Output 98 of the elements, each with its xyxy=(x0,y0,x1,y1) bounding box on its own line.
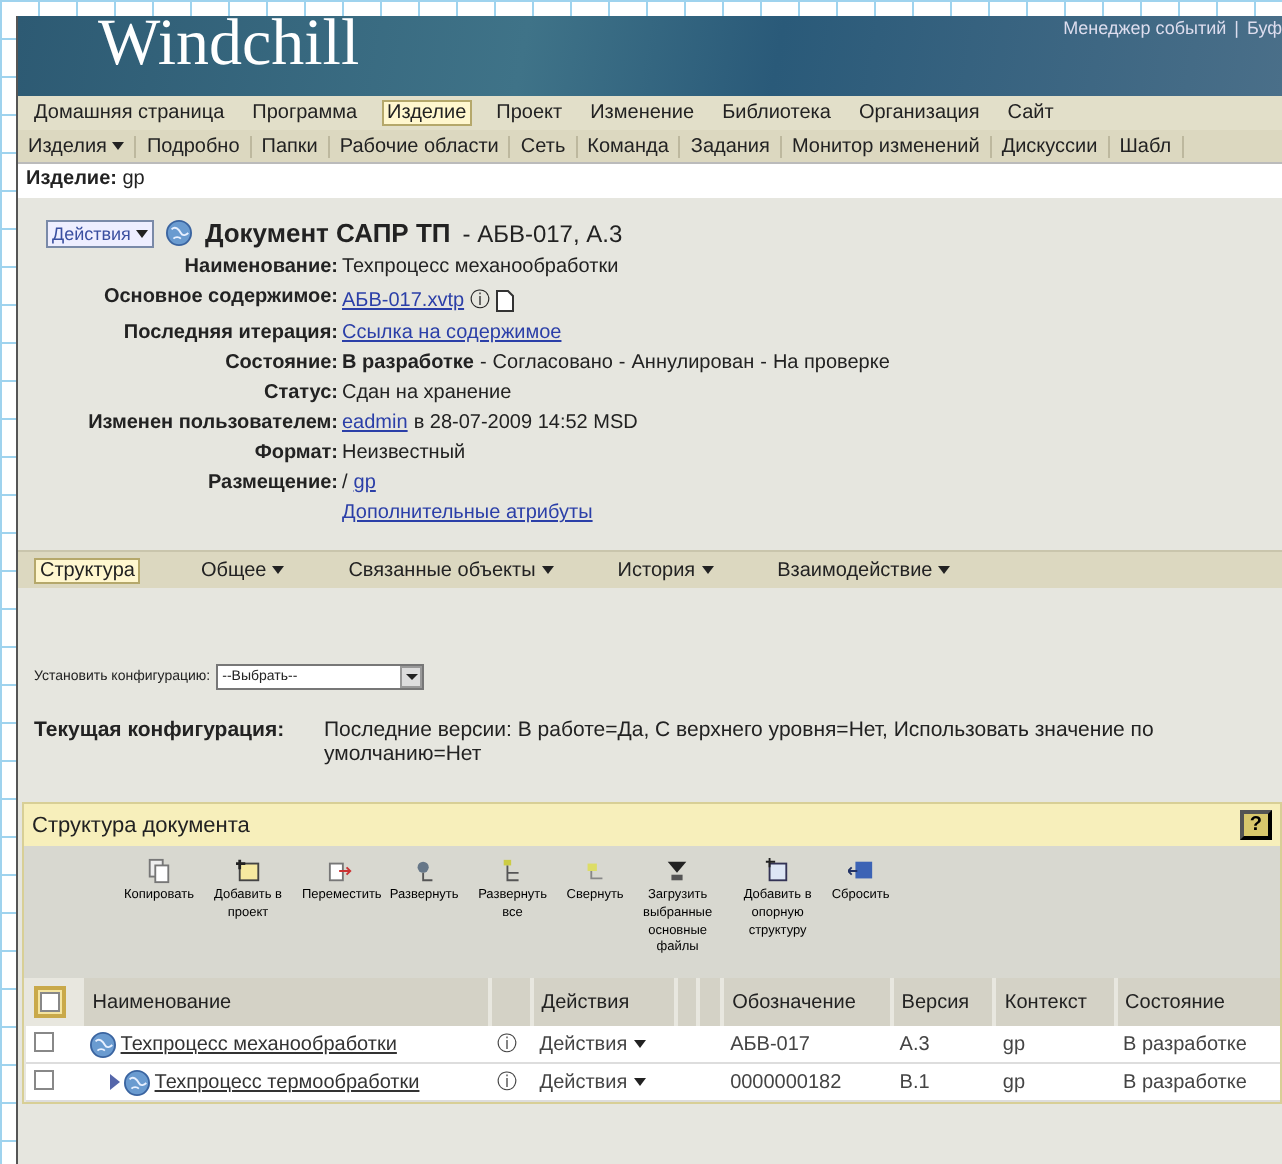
user-link[interactable]: eadmin xyxy=(342,412,408,434)
table-cell: А.3 xyxy=(899,1033,930,1055)
row-checkbox[interactable] xyxy=(34,1069,54,1089)
attribute-label: Формат: xyxy=(254,442,338,464)
attribute-label: Размещение: xyxy=(208,472,338,494)
attribute-label: Состояние: xyxy=(225,352,338,374)
column-header: Действия xyxy=(531,978,675,1026)
logo: Windchill xyxy=(98,16,360,84)
menu-tab[interactable]: Организация xyxy=(854,102,984,124)
attribute-value: Неизвестный xyxy=(342,442,466,464)
download-icon xyxy=(664,858,691,884)
menu-tab[interactable]: Домашняя страница xyxy=(30,102,229,124)
panel-title: Структура документа xyxy=(32,813,250,837)
attribute-label: Последняя итерация: xyxy=(123,322,338,344)
state-label: Аннулирован xyxy=(631,352,755,374)
menu-item[interactable]: Рабочие области xyxy=(329,135,511,157)
state-label: В разработке xyxy=(342,352,474,374)
menu-tab[interactable]: Изделие xyxy=(381,100,473,126)
caret-icon xyxy=(405,674,418,680)
menu-tab[interactable]: Сайт xyxy=(1003,102,1058,124)
globe-icon xyxy=(124,1069,151,1095)
globe-icon xyxy=(166,220,193,246)
select-all-checkbox[interactable] xyxy=(34,986,66,1018)
menu-item[interactable]: Шабл xyxy=(1109,135,1184,157)
modified-date: в 28-07-2009 14:52 MSD xyxy=(413,412,638,434)
attribute-value: Техпроцесс механообработки xyxy=(342,256,619,278)
caret-icon xyxy=(701,566,714,574)
menu-tab[interactable]: Программа xyxy=(248,102,362,124)
attribute-label: Статус: xyxy=(263,382,338,404)
state-label: На проверке xyxy=(772,352,890,374)
table-cell: В разработке xyxy=(1123,1071,1247,1093)
tab[interactable]: Связанные объекты xyxy=(344,559,558,581)
reset-icon xyxy=(847,858,874,884)
document-icon[interactable] xyxy=(496,289,515,311)
menu-item[interactable]: Папки xyxy=(251,135,330,157)
separator: - xyxy=(760,352,767,374)
header-link[interactable]: Менеджер событий xyxy=(1063,18,1227,42)
menu-item[interactable]: Монитор изменений xyxy=(781,135,992,157)
file-link[interactable]: АБВ-017.xvtp xyxy=(342,289,465,311)
add-structure-icon xyxy=(764,858,791,884)
tab[interactable]: Общее xyxy=(196,559,289,581)
menu-item[interactable]: Задания xyxy=(680,135,782,157)
row-checkbox[interactable] xyxy=(34,1031,54,1051)
document-number: - АБВ-017, А.3 xyxy=(462,219,623,247)
header-link[interactable]: Буф xyxy=(1246,18,1282,42)
caret-icon xyxy=(112,142,125,150)
info-icon[interactable]: ⓘ xyxy=(470,286,491,314)
help-button[interactable]: ? xyxy=(1239,810,1272,840)
globe-icon xyxy=(90,1031,117,1057)
column-header: Состояние xyxy=(1115,978,1280,1026)
location-link[interactable]: gp xyxy=(353,472,376,494)
tab[interactable]: История xyxy=(613,559,718,581)
caret-icon xyxy=(938,566,951,574)
attribute-value: Сдан на хранение xyxy=(342,382,512,404)
caret-icon xyxy=(272,566,285,574)
table-cell: 0000000182 xyxy=(730,1071,842,1093)
column-header: Наименование xyxy=(82,978,490,1026)
context-label: Изделие: xyxy=(26,168,117,190)
table-cell: В разработке xyxy=(1123,1033,1247,1055)
actions-dropdown[interactable]: Действия xyxy=(46,219,155,247)
add-project-icon xyxy=(235,858,261,884)
state-label: Согласовано xyxy=(492,352,613,374)
document-title: Документ САПР ТП xyxy=(204,218,451,248)
move-icon xyxy=(328,858,355,884)
configuration-value: Последние версии: В работе=Да, С верхнего уровня=Нет, Использовать значение по умолчанию=Нет xyxy=(324,718,1154,766)
attribute-label: Основное содержимое: xyxy=(103,286,338,308)
path-separator: / xyxy=(342,472,348,494)
table-cell: АБВ-017 xyxy=(730,1033,810,1055)
caret-icon xyxy=(633,1040,646,1048)
attribute-label: Наименование: xyxy=(184,256,338,278)
attribute-link[interactable]: Ссылка на содержимое xyxy=(342,322,562,344)
attribute-label: Изменен пользователем: xyxy=(88,412,338,434)
table-cell: В.1 xyxy=(899,1071,930,1093)
menu-item[interactable]: Дискуссии xyxy=(991,135,1110,157)
table-cell: gp xyxy=(1002,1033,1026,1055)
configuration-label: Текущая конфигурация: xyxy=(34,718,285,742)
context-value: gp xyxy=(122,168,145,190)
column-header: Контекст xyxy=(994,978,1116,1026)
separator: - xyxy=(618,352,626,374)
caret-icon xyxy=(541,566,554,574)
copy-icon xyxy=(146,858,172,884)
tab[interactable]: Структура xyxy=(34,557,141,583)
menu-item[interactable]: Команда xyxy=(577,135,681,157)
menu-tab[interactable]: Изменение xyxy=(586,102,699,124)
column-header: Версия xyxy=(891,978,995,1026)
menu-tab[interactable]: Библиотека xyxy=(718,102,835,124)
caret-icon xyxy=(633,1078,646,1086)
menu-item[interactable]: Сеть xyxy=(510,135,578,157)
tab[interactable]: Взаимодействие xyxy=(773,559,955,581)
menu-tab[interactable]: Проект xyxy=(492,102,567,124)
menu-item[interactable]: Подробно xyxy=(136,135,252,157)
separator: - xyxy=(479,352,487,374)
caret-icon xyxy=(136,229,149,237)
attribute-link[interactable]: Дополнительные атрибуты xyxy=(342,502,593,524)
column-header: Обозначение xyxy=(722,978,892,1026)
menu-item[interactable]: Изделия xyxy=(18,135,137,157)
table-cell: gp xyxy=(1002,1071,1026,1093)
separator: | xyxy=(1234,18,1239,42)
